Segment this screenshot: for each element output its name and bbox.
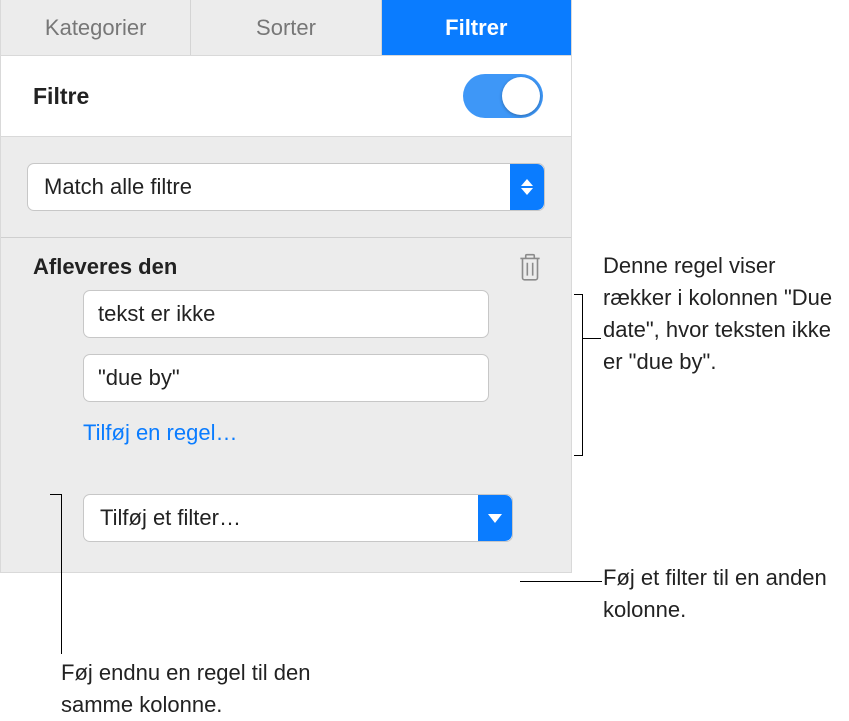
trash-icon [517,252,543,282]
stepper-icon [510,164,544,210]
rule-value-text: "due by" [98,365,180,391]
match-mode-label: Match alle filtre [44,174,192,200]
add-rule-link[interactable]: Tilføj en regel… [27,420,545,446]
add-filter-callout: Føj et filter til en anden kolonne. [603,562,843,626]
filter-toggle[interactable] [463,74,543,118]
panel-body: Match alle filtre Afleveres den tekst er… [1,137,571,572]
add-filter-select[interactable]: Tilføj et filter… [83,494,513,542]
rule-description-callout: Denne regel viser rækker i kolonnen "Due… [603,250,843,378]
rule-header: Afleveres den [27,252,545,290]
callout-bracket [574,294,583,456]
filter-panel: Kategorier Sorter Filtrer Filtre Match a… [0,0,572,573]
rule-condition-label: tekst er ikke [98,301,215,327]
rule-value-input[interactable]: "due by" [83,354,489,402]
filter-header: Filtre [1,56,571,137]
rule-title: Afleveres den [33,254,177,280]
tab-sort[interactable]: Sorter [191,0,381,55]
chevron-down-icon [478,495,512,541]
add-filter-label: Tilføj et filter… [100,505,241,531]
rule-condition-select[interactable]: tekst er ikke [83,290,489,338]
callout-line [583,338,601,339]
rule-fields: tekst er ikke "due by" [27,290,545,402]
toggle-knob [502,77,540,115]
divider [1,237,571,238]
tab-filter[interactable]: Filtrer [382,0,571,55]
callout-line [61,494,62,654]
add-rule-callout: Føj endnu en regel til den samme kolonne… [61,657,341,721]
callout-line [520,581,602,582]
delete-rule-button[interactable] [517,252,543,282]
tab-categories[interactable]: Kategorier [1,0,191,55]
match-mode-select[interactable]: Match alle filtre [27,163,545,211]
callout-line [50,494,61,495]
tabs: Kategorier Sorter Filtrer [1,0,571,56]
page-title: Filtre [33,83,89,110]
